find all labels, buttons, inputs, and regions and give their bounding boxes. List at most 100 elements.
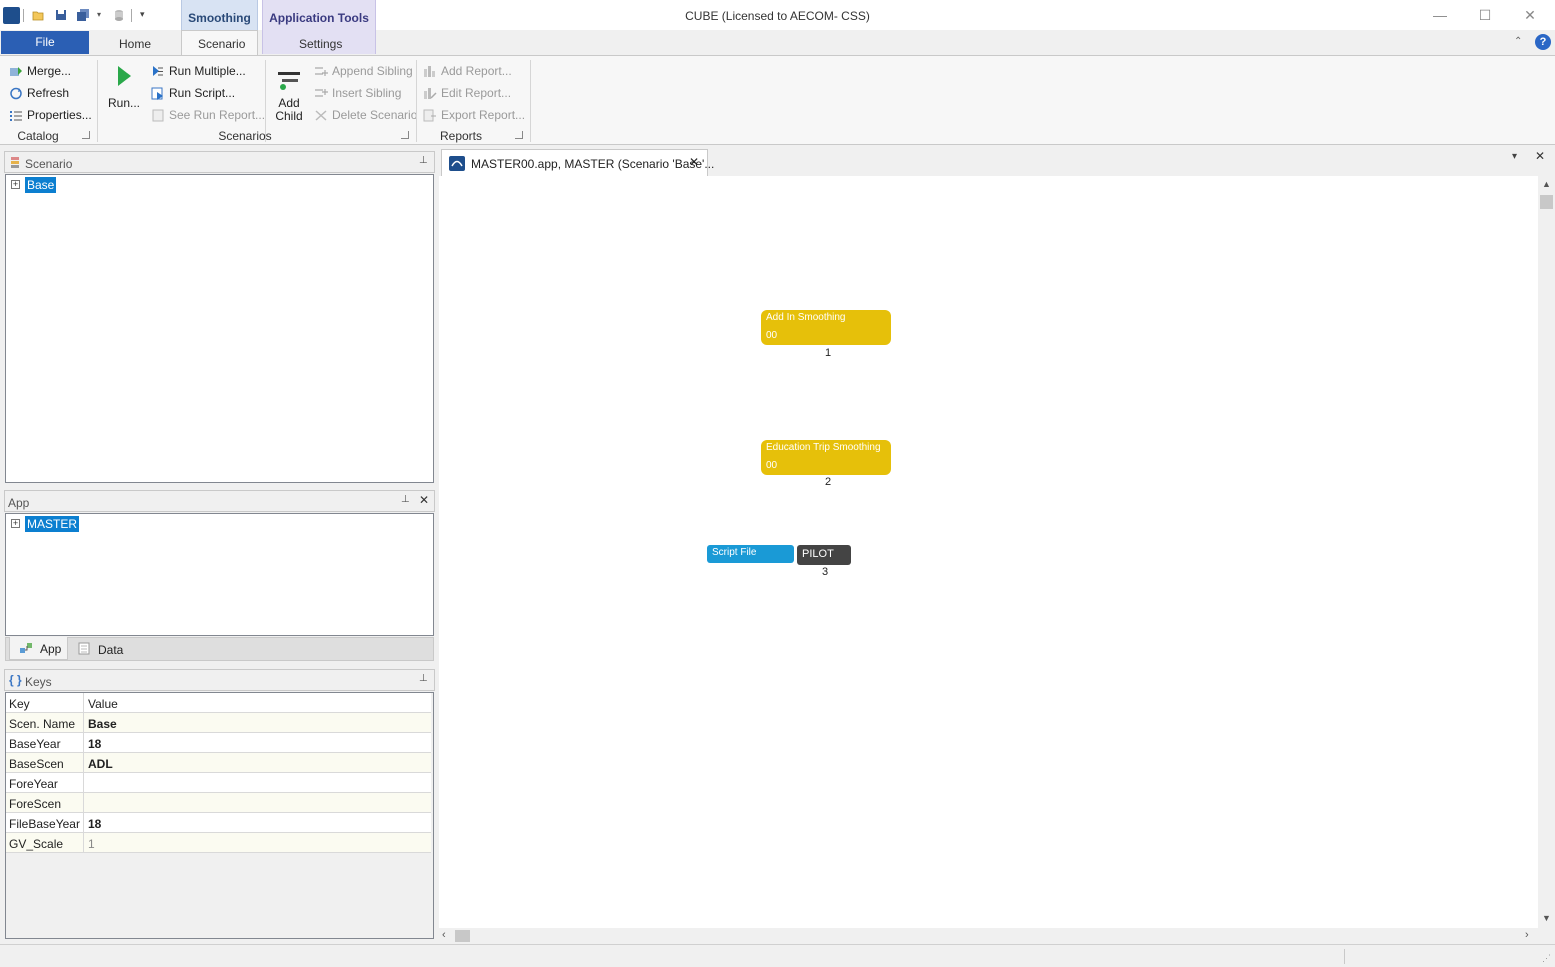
scroll-thumb[interactable] [455,930,470,942]
table-row[interactable]: ForeYear [6,773,431,793]
append-sibling-button[interactable]: Append Sibling [314,63,413,79]
table-row[interactable]: BaseYear 18 [6,733,431,753]
cube-app-file-icon [449,156,465,171]
expand-icon[interactable]: + [11,519,20,528]
add-child-button[interactable]: Add Child [272,68,306,123]
cube-app-icon[interactable] [3,7,20,24]
run-button[interactable]: Run... [105,63,143,110]
close-window-button[interactable]: ✕ [1520,6,1540,24]
column-divider [83,733,84,753]
database-icon[interactable] [113,9,125,21]
tree-item-base[interactable]: Base [25,177,57,193]
node-label: Add In Smoothing [766,312,846,323]
open-folder-icon[interactable] [32,9,44,21]
table-row[interactable]: Scen. Name Base [6,713,431,733]
value-cell[interactable]: ADL [88,757,113,771]
export-report-icon [423,109,436,121]
data-tab-icon [78,642,90,655]
document-list-dropdown-icon[interactable]: ▾ [1512,151,1517,162]
add-report-icon [424,65,435,77]
app-tree[interactable]: + MASTER [5,513,434,636]
add-report-button[interactable]: Add Report... [423,63,512,79]
run-multiple-label: Run Multiple... [169,64,246,78]
scenario-tree[interactable]: + Base [5,174,434,483]
close-document-tab-icon[interactable]: ✕ [689,155,699,169]
scenarios-dialog-launcher-icon[interactable] [401,131,409,139]
value-cell[interactable]: 1 [88,837,95,851]
merge-label: Merge... [27,64,72,78]
maximize-button[interactable]: ☐ [1475,6,1495,24]
minimize-button[interactable]: — [1430,6,1450,24]
tab-file[interactable]: File [1,31,89,54]
key-cell: ForeYear [9,777,58,791]
context-group-label: Smoothing [188,11,251,25]
status-bar: ⋰ [0,944,1555,967]
close-document-icon[interactable]: ✕ [1535,149,1545,163]
app-panel-tabbar [5,637,434,661]
scenario-panel-icon [11,157,19,168]
pin-icon[interactable]: ⊥ [419,155,428,166]
run-script-button[interactable]: Run Script... [151,85,235,101]
delete-scenario-button[interactable]: Delete Scenario [314,107,417,123]
group-separator [530,60,531,142]
context-group-label: Application Tools [269,11,369,25]
export-report-button[interactable]: Export Report... [423,107,525,123]
qat-dropdown-arrow-icon[interactable]: ▾ [97,10,101,19]
flow-node-add-in-smoothing[interactable]: Add In Smoothing 00 [761,310,891,345]
scroll-up-icon[interactable]: ▲ [1542,179,1551,189]
save-icon[interactable] [55,9,67,21]
resize-grip-icon[interactable]: ⋰ [1542,953,1551,964]
scroll-thumb[interactable] [1540,195,1553,209]
scenario-panel-header: Scenario ⊥ [4,151,435,173]
scroll-right-icon[interactable]: › [1525,929,1529,941]
tab-app-label: App [40,642,62,656]
scroll-down-icon[interactable]: ▼ [1542,913,1551,923]
status-divider [1344,949,1345,964]
value-cell[interactable]: 18 [88,817,101,831]
flow-node-pilot[interactable]: PILOT [797,545,851,565]
delete-scenario-icon [315,109,327,121]
properties-button[interactable]: Properties... [9,107,92,123]
table-row[interactable]: GV_Scale 1 [6,833,431,853]
horizontal-scrollbar[interactable]: ‹ › [439,928,1538,944]
expand-icon[interactable]: + [11,180,20,189]
column-divider [83,713,84,733]
node-number: 3 [822,566,829,578]
vertical-scrollbar[interactable]: ▲ ▼ [1538,176,1555,928]
close-panel-icon[interactable]: ✕ [419,493,429,507]
flow-node-script-file[interactable]: Script File [707,545,794,563]
tree-item-master[interactable]: MASTER [25,516,80,532]
value-cell[interactable]: 18 [88,737,101,751]
edit-report-icon [424,87,437,99]
see-run-report-label: See Run Report... [169,108,266,122]
customize-qat-icon[interactable]: ▾ [140,9,145,20]
tab-settings[interactable]: Settings [299,37,342,51]
edit-report-button[interactable]: Edit Report... [423,85,511,101]
insert-sibling-button[interactable]: Insert Sibling [314,85,401,101]
pin-icon[interactable]: ⊥ [419,673,428,684]
table-row[interactable]: BaseScen ADL [6,753,431,773]
save-all-icon[interactable] [77,9,89,21]
catalog-dialog-launcher-icon[interactable] [82,131,90,139]
see-run-report-button[interactable]: See Run Report... [151,107,265,123]
table-row[interactable]: FileBaseYear 18 [6,813,431,833]
tab-app[interactable]: App [9,637,68,660]
refresh-button[interactable]: Refresh [9,85,69,101]
collapse-ribbon-icon[interactable]: ⌃ [1514,36,1522,47]
pin-icon[interactable]: ⊥ [401,494,410,505]
document-tab[interactable]: MASTER00.app, MASTER (Scenario 'Base'...… [441,149,714,176]
scroll-left-icon[interactable]: ‹ [442,929,446,941]
flow-node-education-trip-smoothing[interactable]: Education Trip Smoothing 00 [761,440,891,475]
keys-header-row: Key Value [6,693,431,713]
tab-home[interactable]: Home [119,37,151,51]
reports-dialog-launcher-icon[interactable] [515,131,523,139]
run-multiple-button[interactable]: Run Multiple... [151,63,246,79]
value-cell[interactable]: Base [88,717,117,731]
help-icon[interactable]: ? [1535,34,1551,50]
table-row[interactable]: ForeScen [6,793,431,813]
merge-button[interactable]: Merge... [9,63,71,79]
column-divider [83,773,84,793]
tab-scenario-label[interactable]: Scenario [198,37,245,51]
application-flow-canvas[interactable]: Add In Smoothing 00 1 Education Trip Smo… [439,176,1538,928]
qat-separator [131,9,132,22]
